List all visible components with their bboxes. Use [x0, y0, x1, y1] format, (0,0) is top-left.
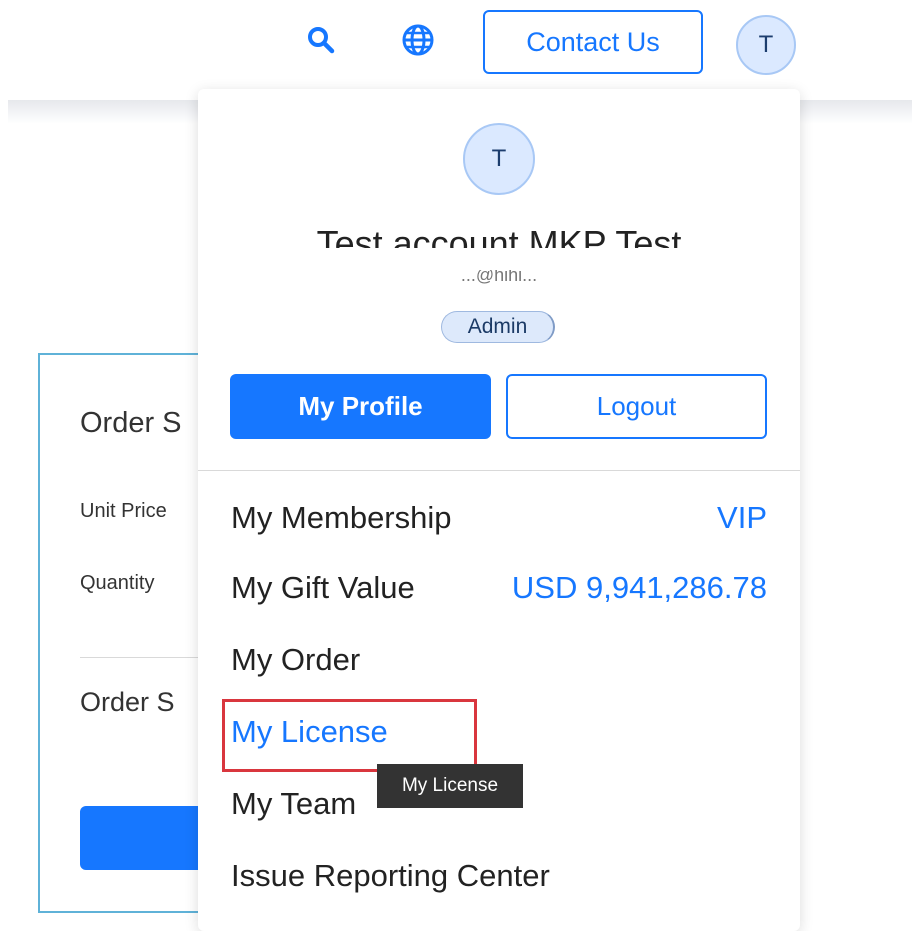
search-icon[interactable]: [303, 22, 339, 58]
user-avatar-button[interactable]: T: [736, 15, 796, 75]
quantity-label: Quantity: [80, 572, 155, 594]
user-name: Test account MKP Test: [316, 223, 682, 248]
menu-item-membership[interactable]: My Membership VIP: [231, 493, 767, 543]
license-label: My License: [231, 714, 388, 749]
gift-value-label: My Gift Value: [231, 570, 415, 605]
user-email: ...@hihi...: [460, 270, 538, 284]
unit-price-label: Unit Price: [80, 500, 167, 522]
gift-value-amount: USD 9,941,286.78: [511, 570, 767, 605]
menu-item-license[interactable]: My License: [231, 707, 767, 757]
order-label: My Order: [231, 642, 361, 677]
contact-us-button[interactable]: Contact Us: [483, 10, 703, 74]
membership-label: My Membership: [231, 500, 452, 535]
menu-item-gift-value[interactable]: My Gift Value USD 9,941,286.78: [231, 563, 767, 613]
logout-button[interactable]: Logout: [506, 374, 767, 439]
user-name-redaction: [218, 248, 780, 270]
membership-value: VIP: [717, 500, 767, 535]
role-badge: Admin: [441, 311, 555, 343]
order-summary-label: Order S: [80, 687, 175, 717]
menu-item-order[interactable]: My Order: [231, 635, 767, 685]
order-divider: [80, 657, 210, 658]
user-email-redaction: [218, 284, 780, 304]
team-label: My Team: [231, 786, 357, 821]
dropdown-avatar: T: [463, 123, 535, 195]
menu-item-issue-reporting[interactable]: Issue Reporting Center: [231, 851, 767, 901]
my-profile-button[interactable]: My Profile: [230, 374, 491, 439]
order-card-title: Order S: [80, 407, 182, 439]
dropdown-divider: [198, 470, 800, 471]
license-tooltip: My License: [377, 764, 523, 808]
globe-icon[interactable]: [400, 22, 436, 58]
issue-reporting-label: Issue Reporting Center: [231, 858, 550, 893]
